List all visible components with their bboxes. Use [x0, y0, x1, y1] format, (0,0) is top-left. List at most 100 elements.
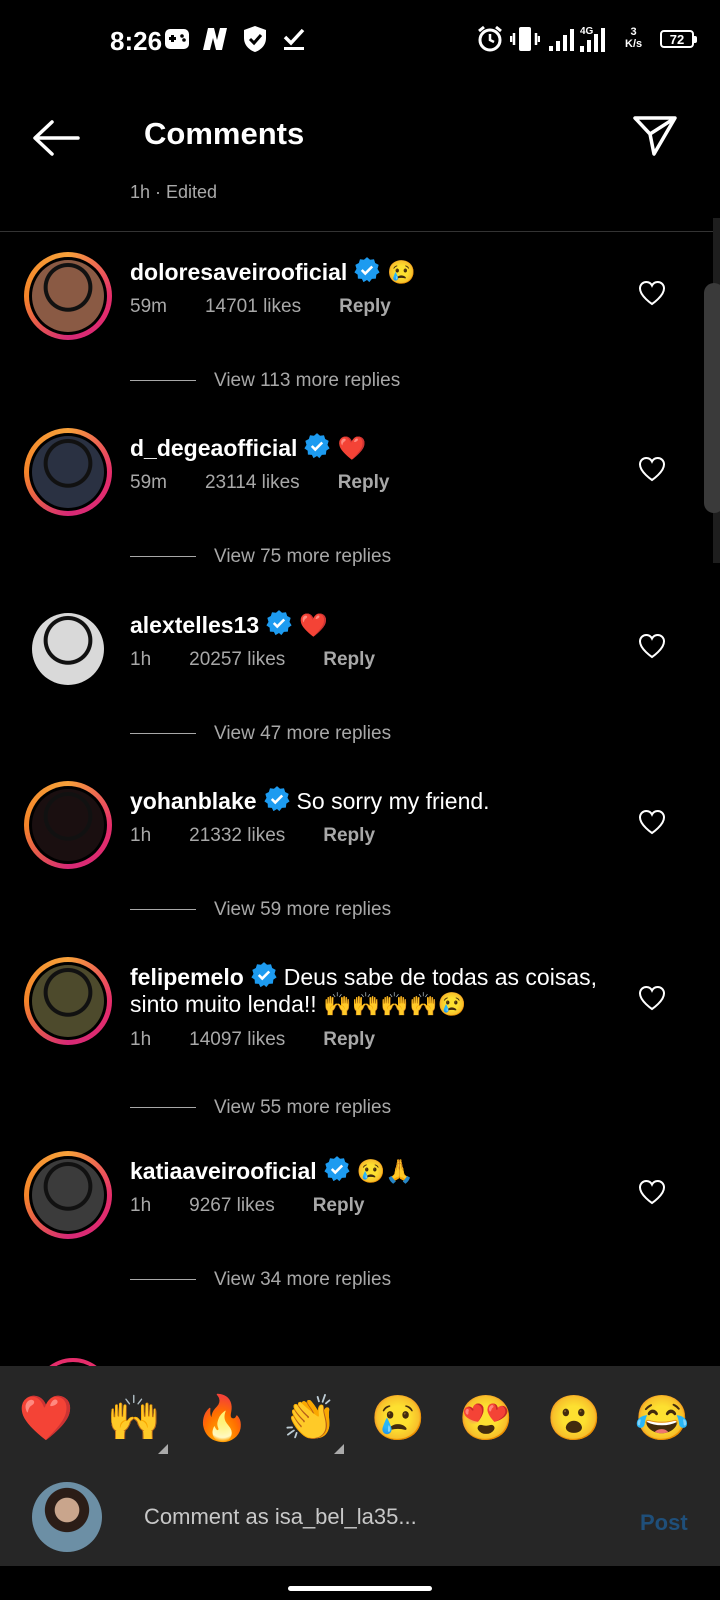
likes-count[interactable]: 14701 likes [205, 296, 301, 317]
avatar[interactable] [24, 605, 112, 693]
skin-tone-indicator-icon [158, 1444, 168, 1454]
avatar[interactable] [24, 428, 112, 516]
likes-count[interactable]: 21332 likes [189, 825, 285, 846]
comment-meta: 1h 14097 likes Reply [130, 1029, 413, 1051]
view-replies-label: View 34 more replies [214, 1269, 392, 1290]
comment-time: 1h [130, 649, 152, 670]
likes-count[interactable]: 9267 likes [189, 1195, 275, 1216]
comment-username[interactable]: katiaaveirooficial [130, 1158, 317, 1184]
view-replies-button[interactable]: View 75 more replies [130, 546, 391, 568]
battery-icon: 72 [660, 30, 697, 48]
replies-line [130, 1107, 196, 1109]
avatar[interactable] [24, 1151, 112, 1239]
verified-badge-icon [304, 433, 331, 459]
replies-line [130, 909, 196, 911]
emoji-quick-4[interactable]: 👏 [280, 1394, 340, 1444]
avatar[interactable] [24, 957, 112, 1045]
gamepad-icon [164, 24, 190, 54]
comment-username[interactable]: d_degeaofficial [130, 435, 297, 461]
scrollbar-thumb[interactable] [704, 283, 720, 513]
emoji-quick-8[interactable]: 😂 [632, 1394, 692, 1444]
view-replies-button[interactable]: View 59 more replies [130, 899, 391, 921]
comment-time: 59m [130, 296, 167, 317]
like-button[interactable] [638, 633, 666, 659]
heart-icon [638, 280, 666, 306]
reply-button[interactable]: Reply [339, 296, 391, 317]
comment-input[interactable] [144, 1504, 604, 1530]
view-replies-label: View 55 more replies [214, 1097, 392, 1118]
emoji-quick-1[interactable]: ❤️ [16, 1394, 76, 1444]
heart-icon [638, 456, 666, 482]
comment-header: felipemelo Deus sabe de todas as coisas, [130, 961, 597, 991]
like-button[interactable] [638, 985, 666, 1011]
comment-header: alextelles13 ❤️ [130, 609, 328, 639]
network-speed-unit: K/s [625, 38, 643, 50]
emoji-quick-7[interactable]: 😮 [544, 1394, 604, 1444]
verified-badge-icon [251, 962, 277, 988]
emoji-quick-3[interactable]: 🔥 [192, 1394, 252, 1444]
status-bar: 8:26 4G 3 K/s 72 [0, 0, 720, 80]
emoji-quick-2[interactable]: 🙌 [104, 1394, 164, 1444]
avatar-image [32, 613, 104, 685]
avatar-image [32, 436, 104, 508]
avatar-frame [29, 1156, 107, 1234]
comment-username[interactable]: doloresaveirooficial [130, 259, 347, 285]
avatar[interactable] [24, 781, 112, 869]
view-replies-button[interactable]: View 55 more replies [130, 1097, 391, 1119]
avatar[interactable] [24, 252, 112, 340]
like-button[interactable] [638, 809, 666, 835]
comment-text-line2: sinto muito lenda!! 🙌🙌🙌🙌😢 [130, 991, 467, 1017]
view-replies-label: View 75 more replies [214, 546, 392, 567]
share-button[interactable] [632, 112, 678, 158]
arrow-left-icon [33, 120, 80, 156]
likes-count[interactable]: 14097 likes [189, 1029, 285, 1050]
comment-header: katiaaveirooficial 😢🙏 [130, 1155, 414, 1185]
status-clock: 8:26 [110, 26, 163, 56]
comment-text: So sorry my friend. [296, 788, 490, 814]
network-speed: 3 K/s [625, 26, 642, 50]
post-button[interactable]: Post [640, 1510, 688, 1536]
comment-header: yohanblake So sorry my friend. [130, 785, 490, 815]
emoji-quick-6[interactable]: 😍 [456, 1394, 516, 1444]
reply-button[interactable]: Reply [323, 825, 375, 846]
comment-text: 😢 [387, 259, 416, 285]
comment-text: Deus sabe de todas as coisas, [283, 964, 598, 990]
view-replies-button[interactable]: View 47 more replies [130, 723, 391, 745]
likes-count[interactable]: 23114 likes [205, 472, 300, 493]
reply-button[interactable]: Reply [323, 1029, 375, 1050]
likes-count[interactable]: 20257 likes [189, 649, 285, 670]
send-icon [633, 116, 677, 156]
reply-button[interactable]: Reply [338, 472, 390, 493]
like-button[interactable] [638, 456, 666, 482]
avatar-frame [29, 962, 107, 1040]
comment-time: 1h [130, 1195, 152, 1216]
avatar-image [32, 260, 104, 332]
heart-icon [638, 809, 666, 835]
view-replies-button[interactable]: View 34 more replies [130, 1269, 391, 1291]
like-button[interactable] [638, 280, 666, 306]
shield-icon [242, 24, 268, 54]
avatar-image [32, 789, 104, 861]
replies-line [130, 556, 196, 558]
comment-header: doloresaveirooficial 😢 [130, 256, 416, 286]
avatar-frame [29, 610, 107, 688]
reply-button[interactable]: Reply [313, 1195, 365, 1216]
comment-text: ❤️ [337, 435, 367, 461]
comment-time: 1h [130, 825, 152, 846]
comment-meta: 1h 9267 likes Reply [130, 1195, 402, 1217]
back-button[interactable] [30, 118, 82, 158]
heart-icon [638, 633, 666, 659]
like-button[interactable] [638, 1179, 666, 1205]
view-replies-button[interactable]: View 113 more replies [130, 370, 400, 392]
home-indicator[interactable] [288, 1586, 432, 1591]
comment-username[interactable]: felipemelo [130, 964, 244, 990]
avatar [32, 1482, 102, 1552]
emoji-quick-5[interactable]: 😢 [368, 1394, 428, 1444]
reply-button[interactable]: Reply [323, 649, 375, 670]
comment-username[interactable]: yohanblake [130, 788, 257, 814]
verified-badge-icon [266, 610, 292, 636]
alarm-icon [476, 24, 504, 54]
comment-username[interactable]: alextelles13 [130, 612, 259, 638]
verified-badge-icon [354, 257, 380, 283]
heart-icon [638, 985, 666, 1011]
